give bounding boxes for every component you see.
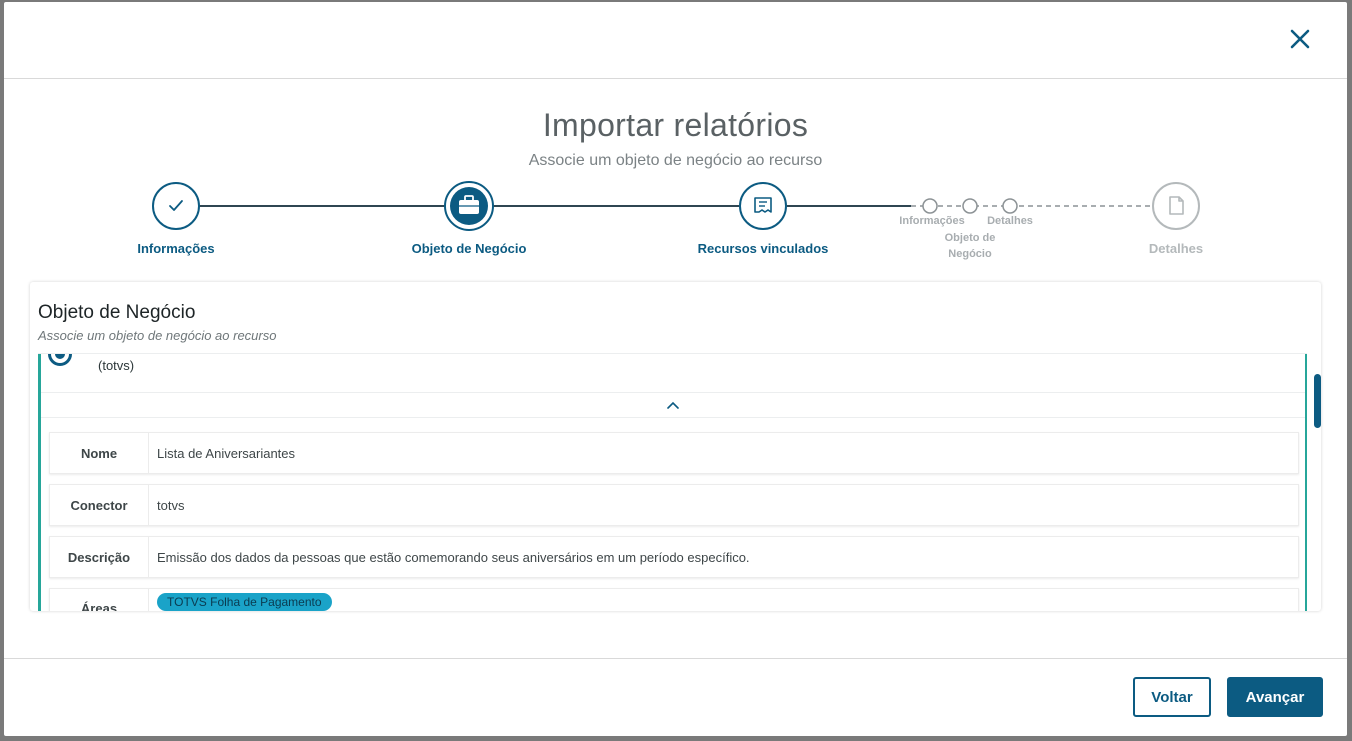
mini-step-1[interactable] [922,198,938,214]
detail-key: Nome [50,433,149,473]
collapse-details-button[interactable] [41,393,1305,418]
stepper: Informações Objeto de Negócio Recursos v… [4,2,1347,282]
business-object-panel: Objeto de Negócio Associe um objeto de n… [30,282,1321,611]
next-button[interactable]: Avançar [1227,677,1323,717]
mini-step-label-detalhes: Detalhes [987,215,1033,227]
option-connector: (totvs) [98,358,135,373]
detail-value: Emissão dos dados da pessoas que estão c… [157,549,750,565]
selected-accent-right [1305,354,1307,611]
step-detalhes[interactable] [1152,182,1200,230]
mini-step-2[interactable] [962,198,978,214]
step-label-informacoes[interactable]: Informações [137,241,214,256]
scrollbar-thumb[interactable] [1314,374,1321,428]
modal-footer: Voltar Avançar [4,658,1347,736]
step-label-recursos-vinculados[interactable]: Recursos vinculados [698,241,829,256]
detail-key: Conector [50,485,149,525]
detail-row-nome: Nome Lista de Aniversariantes [49,432,1299,474]
step-recursos-vinculados[interactable] [739,182,787,230]
mini-step-3[interactable] [1002,198,1018,214]
area-tag: TOTVS Folha de Pagamento [157,593,332,611]
selected-radio[interactable] [48,354,72,366]
detail-value: TOTVS Folha de Pagamento [149,589,1298,611]
detail-row-areas: Áreas TOTVS Folha de Pagamento [49,588,1299,611]
import-reports-modal: Importar relatórios Associe um objeto de… [4,2,1347,736]
chevron-up-icon [667,401,679,409]
mini-step-label-objeto: Objeto de Negócio [944,232,996,260]
step-objeto-de-negocio[interactable] [444,181,494,231]
step-label-detalhes[interactable]: Detalhes [1149,241,1203,256]
back-button[interactable]: Voltar [1133,677,1211,717]
business-object-list[interactable]: (totvs) Nome Lista de Aniversariantes Co… [38,353,1307,611]
panel-title: Objeto de Negócio [38,302,196,323]
detail-value: totvs [157,497,185,513]
step-informacoes[interactable] [152,182,200,230]
detail-key: Descrição [50,537,149,577]
panel-subtitle: Associe um objeto de negócio ao recurso [38,328,277,343]
detail-row-descricao: Descrição Emissão dos dados da pessoas q… [49,536,1299,578]
detail-value: Lista de Aniversariantes [157,445,296,461]
step-label-objeto-de-negocio[interactable]: Objeto de Negócio [412,241,527,256]
mini-step-label-informacoes: Informações [899,215,965,227]
detail-key: Áreas [50,589,149,611]
detail-row-conector: Conector totvs [49,484,1299,526]
stepper-graphic [152,181,1200,231]
